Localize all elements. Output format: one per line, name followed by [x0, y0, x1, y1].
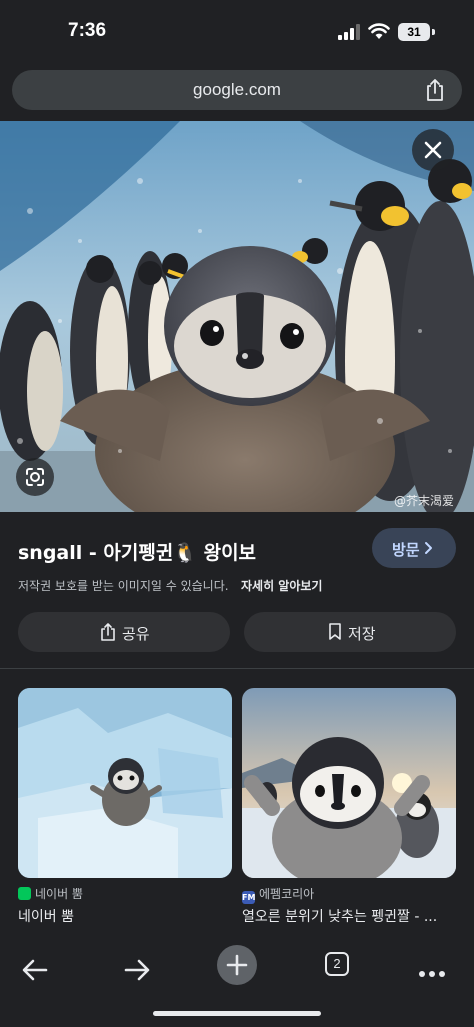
related-source-name: 에펨코리아 — [259, 887, 315, 901]
snow-penguin-thumbnail — [242, 688, 456, 878]
chevron-right-icon — [425, 542, 432, 554]
copyright-notice: 저작권 보호를 받는 이미지일 수 있습니다. — [18, 579, 229, 593]
battery-tip — [432, 29, 435, 35]
lens-icon — [26, 468, 44, 486]
url-text[interactable]: google.com — [12, 80, 462, 100]
wifi-icon — [368, 23, 390, 39]
related-thumbnail[interactable] — [18, 688, 232, 878]
home-indicator — [153, 1011, 321, 1016]
image-title: sngall - 아기펭귄🐧 왕이보 — [18, 542, 257, 564]
section-divider — [0, 668, 474, 669]
fmkorea-favicon-icon: FM — [242, 891, 256, 904]
main-image[interactable] — [0, 121, 474, 512]
naver-favicon-icon — [18, 887, 31, 900]
lens-search-button[interactable] — [16, 458, 54, 496]
related-source: 네이버 뿜 — [18, 885, 83, 902]
close-icon — [424, 141, 442, 159]
penguin-photo — [0, 121, 474, 512]
status-bar: 7:36 31 — [0, 0, 474, 64]
visit-label: 방문 — [392, 541, 420, 559]
share-icon — [101, 623, 115, 641]
cellular-signal-icon — [338, 24, 360, 40]
image-watermark: @芥末渴爱 — [394, 494, 455, 508]
battery-indicator: 31 — [398, 23, 430, 41]
plus-icon — [226, 954, 248, 976]
back-arrow-icon[interactable] — [16, 950, 56, 990]
share-label: 공유 — [122, 625, 150, 643]
save-label: 저장 — [348, 625, 376, 643]
related-caption[interactable]: 열오른 분위기 낮추는 펭귄짤 - ... — [242, 906, 456, 926]
share-button[interactable]: 공유 — [18, 612, 230, 652]
new-tab-button[interactable] — [217, 945, 257, 985]
related-thumbnail[interactable] — [242, 688, 456, 878]
visit-button[interactable]: 방문 — [372, 528, 456, 568]
more-menu-icon[interactable] — [412, 950, 452, 990]
share-icon[interactable] — [424, 78, 446, 102]
learn-more-link[interactable]: 자세히 알아보기 — [241, 577, 322, 594]
ice-penguin-thumbnail — [18, 688, 232, 878]
bookmark-icon — [329, 623, 341, 640]
forward-arrow-icon[interactable] — [116, 950, 156, 990]
save-button[interactable]: 저장 — [244, 612, 456, 652]
related-caption[interactable]: 네이버 뿜 — [18, 906, 232, 926]
status-time: 7:36 — [68, 20, 107, 41]
related-source-name: 네이버 뿜 — [35, 887, 83, 901]
address-bar[interactable]: google.com — [12, 70, 462, 110]
tab-switcher-button[interactable]: 2 — [325, 952, 349, 976]
related-source: FM 에펨코리아 — [242, 885, 314, 904]
close-viewer-button[interactable] — [412, 129, 454, 171]
